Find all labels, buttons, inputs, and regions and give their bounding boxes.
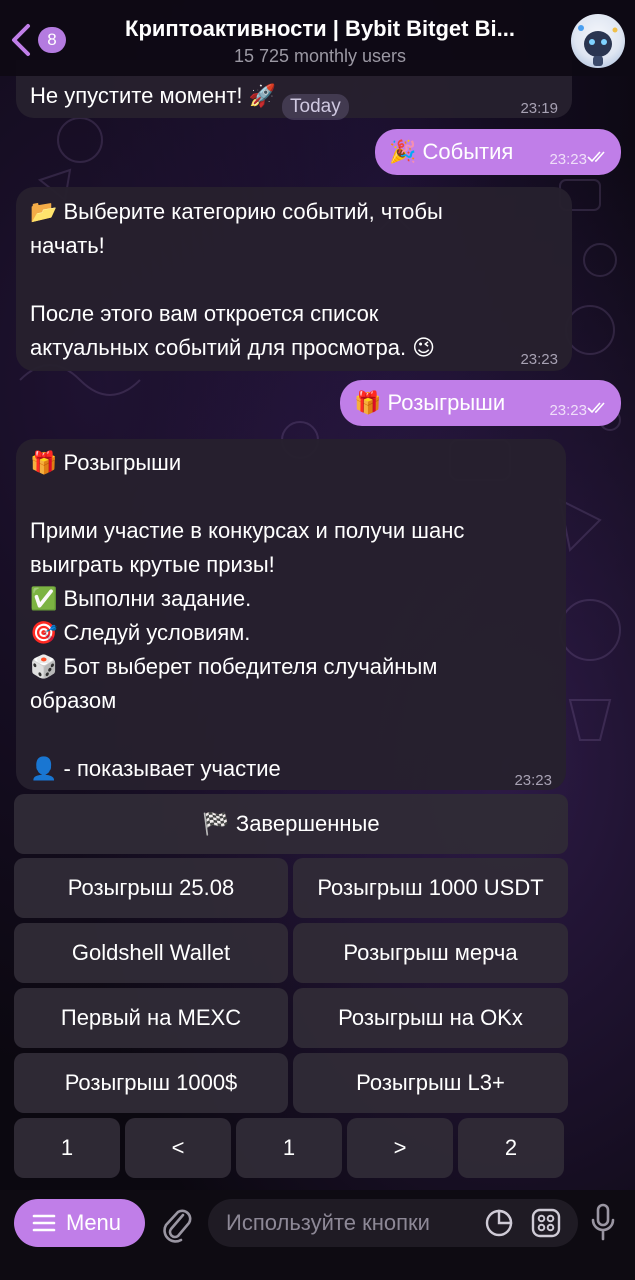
message-line (30, 263, 443, 297)
message-line: образом (30, 688, 117, 713)
input-bar: Menu Используйте кнопки (0, 1190, 635, 1280)
message-bubble-incoming: 🎁 Розыгрыши Прими участие в конкурсах и … (16, 439, 566, 790)
message-line: 👤 - показывает участие (30, 756, 281, 781)
message-line: актуальных событий для просмотра. 😉 (30, 335, 436, 360)
giveaway-1000-dollar-button[interactable]: Розыгрыш 1000$ (14, 1053, 288, 1113)
chat-title[interactable]: Криптоактивности | Bybit Bitget Bi... (90, 16, 550, 42)
microphone-icon[interactable] (590, 1203, 616, 1243)
message-time: 23:23 (549, 402, 587, 419)
input-placeholder: Используйте кнопки (226, 1210, 430, 1235)
back-chevron-icon (12, 24, 30, 56)
giveaway-1000-usdt-button[interactable]: Розыгрыш 1000 USDT (293, 858, 568, 918)
message-line: начать! (30, 233, 105, 258)
message-line: выиграть крутые призы! (30, 552, 275, 577)
date-chip: Today (282, 94, 349, 120)
message-text: 🎉 События (389, 139, 514, 164)
message-line (30, 480, 464, 514)
page-last-button[interactable]: 2 (458, 1118, 564, 1178)
double-check-icon (587, 402, 605, 414)
giveaway-okx-button[interactable]: Розыгрыш на OKx (293, 988, 568, 1048)
page-current-button[interactable]: 1 (236, 1118, 342, 1178)
double-check-icon (587, 151, 605, 163)
unread-badge: 8 (38, 27, 66, 53)
message-bubble-outgoing: 🎉 События 23:23 (375, 129, 621, 175)
robot-avatar-icon (578, 25, 618, 66)
message-line: ✅ Выполни задание. (30, 586, 252, 611)
page-next-button[interactable]: > (347, 1118, 453, 1178)
page-first-button[interactable]: 1 (14, 1118, 120, 1178)
giveaway-merch-button[interactable]: Розыгрыш мерча (293, 923, 568, 983)
menu-lines-icon (32, 1214, 56, 1232)
completed-button[interactable]: 🏁 Завершенные (14, 794, 568, 854)
sticker-icon[interactable] (484, 1208, 514, 1238)
message-time: 23:23 (549, 151, 587, 168)
message-line: 📂 Выберите категорию событий, чтобы (30, 199, 443, 224)
menu-label: Menu (66, 1210, 122, 1235)
message-bubble-incoming: 📂 Выберите категорию событий, чтобы нача… (16, 187, 572, 371)
message-line: После этого вам откроется список (30, 301, 379, 326)
avatar[interactable] (571, 14, 625, 68)
giveaway-l3-button[interactable]: Розыгрыш L3+ (293, 1053, 568, 1113)
menu-button[interactable]: Menu (14, 1199, 145, 1247)
giveaway-25-08-button[interactable]: Розыгрыш 25.08 (14, 858, 288, 918)
message-line (30, 718, 464, 752)
bot-keyboard-icon[interactable] (531, 1208, 561, 1238)
message-time: 23:23 (520, 351, 558, 368)
message-text: Не упустите момент! 🚀 (30, 83, 277, 108)
page-prev-button[interactable]: < (125, 1118, 231, 1178)
message-line: 🎁 Розыгрыши (30, 450, 182, 475)
goldshell-wallet-button[interactable]: Goldshell Wallet (14, 923, 288, 983)
message-line: 🎲 Бот выберет победителя случайным (30, 654, 438, 679)
paperclip-icon[interactable] (159, 1203, 193, 1243)
back-button[interactable]: 8 (8, 22, 68, 58)
chat-subtitle: 15 725 monthly users (233, 46, 407, 66)
message-line: 🎯 Следуй условиям. (30, 620, 251, 645)
first-on-mexc-button[interactable]: Первый на MEXC (14, 988, 288, 1048)
chat-header: 8 Криптоактивности | Bybit Bitget Bi... … (0, 0, 635, 76)
message-time: 23:23 (514, 772, 552, 789)
message-input[interactable]: Используйте кнопки (208, 1199, 578, 1247)
message-bubble-outgoing: 🎁 Розыгрыши 23:23 (340, 380, 621, 426)
message-line: Прими участие в конкурсах и получи шанс (30, 518, 465, 543)
message-time: 23:19 (520, 100, 558, 117)
message-text: 🎁 Розыгрыши (354, 390, 506, 415)
